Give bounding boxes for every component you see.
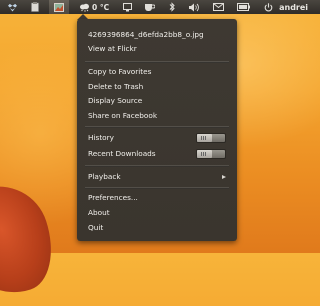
menu-item-copy-to-favorites[interactable]: Copy to Favorites: [88, 66, 151, 78]
battery-icon[interactable]: [237, 0, 251, 14]
power-icon[interactable]: [264, 0, 273, 14]
user-name[interactable]: andrei: [279, 3, 308, 12]
menu-item-view-at-flickr[interactable]: View at Flickr: [88, 43, 137, 55]
menu-separator: [85, 61, 229, 63]
menu-filename: 4269396864_d6efda2bb8_o.jpg: [88, 30, 204, 39]
volume-icon[interactable]: [189, 0, 200, 14]
menu-separator: [85, 126, 229, 128]
menu-item-quit[interactable]: Quit: [88, 222, 103, 234]
bluetooth-icon[interactable]: [169, 0, 175, 14]
indicator-menu: 4269396864_d6efda2bb8_o.jpg View at Flic…: [77, 19, 237, 241]
toggle-knob: [197, 134, 212, 142]
menu-item-history[interactable]: History: [88, 132, 114, 144]
clipboard-icon[interactable]: [31, 0, 39, 14]
menu-item-delete-to-trash[interactable]: Delete to Trash: [88, 81, 143, 93]
menu-item-display-source[interactable]: Display Source: [88, 95, 142, 107]
history-toggle[interactable]: [196, 133, 226, 143]
dropbox-icon[interactable]: [8, 0, 17, 14]
mail-icon[interactable]: [213, 0, 225, 14]
menu-item-share-on-facebook[interactable]: Share on Facebook: [88, 110, 157, 122]
menu-item-playback[interactable]: Playback: [88, 171, 121, 183]
recent-downloads-toggle[interactable]: [196, 149, 226, 159]
weather-temperature[interactable]: 0 °C: [92, 3, 109, 12]
menu-item-preferences[interactable]: Preferences...: [88, 192, 138, 204]
weather-cloud-icon[interactable]: [79, 0, 90, 14]
top-panel: 0 °C andrei: [0, 0, 320, 14]
menu-item-about[interactable]: About: [88, 207, 110, 219]
submenu-arrow-icon: [222, 174, 226, 179]
display-icon[interactable]: [123, 0, 133, 14]
coffee-cup-icon[interactable]: [144, 0, 156, 14]
menu-separator: [85, 165, 229, 167]
toggle-knob: [197, 150, 212, 158]
shotwell-indicator-icon[interactable]: [49, 0, 69, 14]
menu-separator: [85, 187, 229, 189]
menu-item-recent-downloads[interactable]: Recent Downloads: [88, 148, 156, 160]
